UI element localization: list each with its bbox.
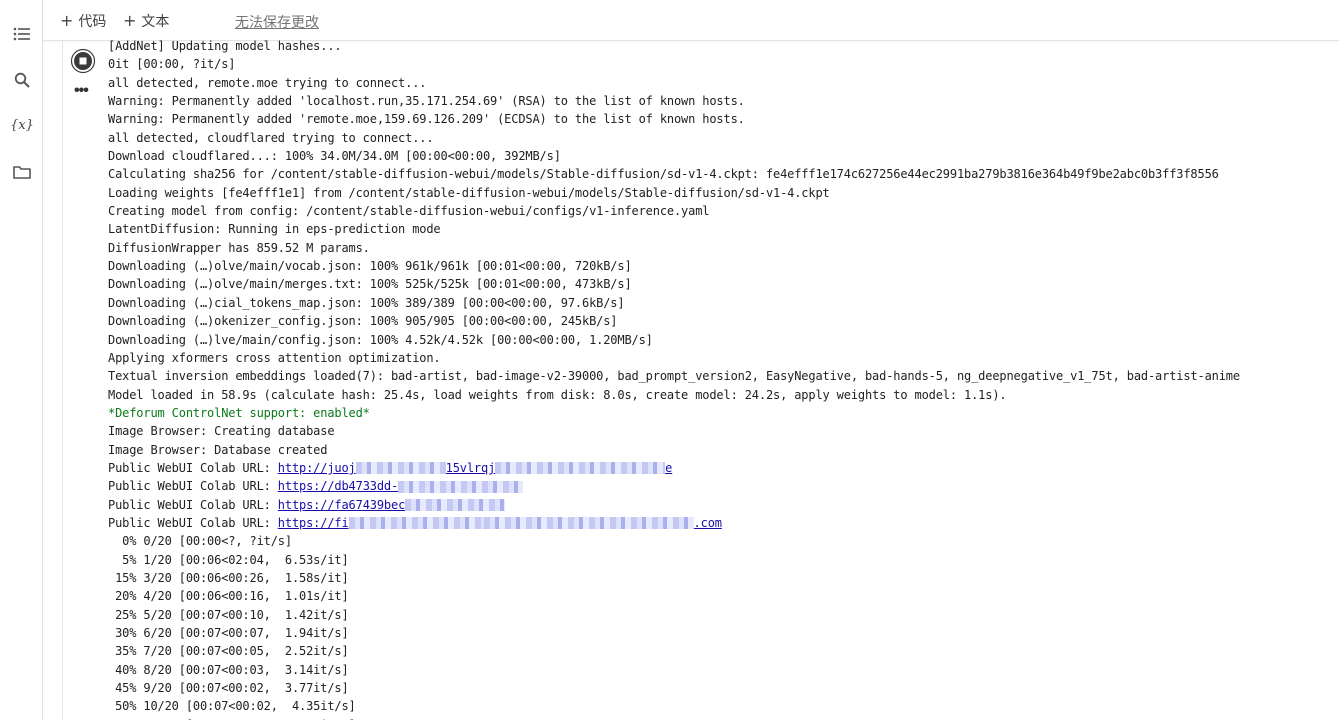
redacted-url-segment xyxy=(495,462,666,475)
variables-icon[interactable]: {x} xyxy=(9,112,35,138)
more-horizontal-icon[interactable]: ••• xyxy=(74,83,89,99)
add-code-label: 代码 xyxy=(78,14,107,30)
output-line: Downloading (…)cial_tokens_map.json: 100… xyxy=(108,295,625,310)
cell-output: [AddNet] Updating model hashes... 0it [00… xyxy=(108,37,1339,720)
public-url-link[interactable]: https://db4733dd- xyxy=(277,479,524,494)
output-line: *Deforum ControlNet support: enabled* xyxy=(108,405,370,420)
colab-notebook: {x} + 代码 + 文本 无法保存更改 ••• [AddNet] Updati… xyxy=(0,0,1339,720)
output-line: Image Browser: Database created xyxy=(108,442,328,457)
variables-icon-label: {x} xyxy=(10,117,34,133)
output-line: Loading weights [fe4efff1e1] from /conte… xyxy=(108,185,830,200)
progress-line: 30% 6/20 [00:07<00:07, 1.94it/s] xyxy=(108,626,349,640)
public-url-text: .com xyxy=(693,515,722,530)
output-line: Downloading (…)olve/main/vocab.json: 100… xyxy=(108,259,632,274)
add-code-button[interactable]: + 代码 xyxy=(60,11,106,31)
output-line: Warning: Permanently added 'remote.moe,1… xyxy=(108,112,745,127)
output-line: Calculating sha256 for /content/stable-d… xyxy=(108,167,1219,182)
output-line: Download cloudflared...: 100% 34.0M/34.0… xyxy=(108,149,561,164)
search-icon[interactable] xyxy=(9,67,35,93)
public-url-text: e xyxy=(665,460,673,475)
public-url-link[interactable]: https://fa67439bec xyxy=(277,497,506,512)
public-url-label: Public WebUI Colab URL: xyxy=(108,497,278,512)
cell-gutter xyxy=(62,41,63,720)
toolbar: + 代码 + 文本 无法保存更改 xyxy=(43,0,1339,41)
progress-line: 15% 3/20 [00:06<00:26, 1.58s/it] xyxy=(108,570,349,585)
public-url-label: Public WebUI Colab URL: xyxy=(108,460,278,475)
progress-line: 0% 0/20 [00:00<?, ?it/s] xyxy=(108,534,292,549)
output-line: Downloading (…)olve/main/merges.txt: 100… xyxy=(108,277,632,292)
public-url-line: Public WebUI Colab URL: http://juoj 15vlr… xyxy=(108,459,1339,477)
output-line: Downloading (…)lve/main/config.json: 100… xyxy=(108,332,653,347)
public-url-line: Public WebUI Colab URL: https://fa67439b… xyxy=(108,496,1339,514)
redacted-url-segment xyxy=(348,517,484,530)
redacted-url-segment xyxy=(405,499,506,512)
redacted-url-segment xyxy=(398,480,524,493)
output-line: all detected, remote.moe trying to conne… xyxy=(108,75,427,90)
progress-line: 5% 1/20 [00:06<02:04, 6.53s/it] xyxy=(108,552,349,567)
output-line: Model loaded in 58.9s (calculate hash: 2… xyxy=(108,387,1007,402)
progress-line: 35% 7/20 [00:07<00:05, 2.52it/s] xyxy=(108,644,349,659)
output-line: Warning: Permanently added 'localhost.ru… xyxy=(108,94,745,109)
output-line: Image Browser: Creating database xyxy=(108,424,335,439)
stop-icon xyxy=(70,48,96,74)
public-url-text: https://db4733dd- xyxy=(277,479,399,494)
progress-line: 45% 9/20 [00:07<00:02, 3.77it/s] xyxy=(108,681,349,696)
output-line: Textual inversion embeddings loaded(7): … xyxy=(108,369,1240,384)
progress-line: 40% 8/20 [00:07<00:03, 3.14it/s] xyxy=(108,662,349,677)
output-line: Downloading (…)okenizer_config.json: 100… xyxy=(108,314,618,329)
redacted-url-segment xyxy=(355,462,446,475)
progress-line: 25% 5/20 [00:07<00:10, 1.42it/s] xyxy=(108,607,349,622)
add-text-label: 文本 xyxy=(141,14,170,30)
stop-execution-button[interactable] xyxy=(70,48,96,74)
redacted-url-segment xyxy=(483,517,694,530)
output-line: all detected, cloudflared trying to conn… xyxy=(108,130,434,145)
public-url-link[interactable]: http://juoj 15vlrqj e xyxy=(277,460,673,475)
public-url-line: Public WebUI Colab URL: https://fi .com xyxy=(108,514,1339,532)
progress-line: 55% 11/20 [00:07<00:01, 4.85it/s] xyxy=(108,716,1339,720)
left-sidebar: {x} xyxy=(0,0,43,720)
public-url-text: https://fi xyxy=(277,515,349,530)
output-line: LatentDiffusion: Running in eps-predicti… xyxy=(108,222,441,237)
plus-icon: + xyxy=(123,11,137,30)
plus-icon: + xyxy=(60,11,74,30)
output-line: Applying xformers cross attention optimi… xyxy=(108,350,441,365)
progress-line: 50% 10/20 [00:07<00:02, 4.35it/s] xyxy=(108,699,356,714)
public-url-label: Public WebUI Colab URL: xyxy=(108,479,278,494)
output-line: 0it [00:00, ?it/s] xyxy=(108,57,236,72)
folder-icon[interactable] xyxy=(9,159,35,185)
output-line: Creating model from config: /content/sta… xyxy=(108,204,710,219)
public-url-link[interactable]: https://fi .com xyxy=(278,516,722,530)
public-url-label: Public WebUI Colab URL: xyxy=(108,515,278,530)
output-line: [AddNet] Updating model hashes... xyxy=(108,39,342,53)
progress-line: 20% 4/20 [00:06<00:16, 1.01s/it] xyxy=(108,589,349,604)
cannot-save-link[interactable]: 无法保存更改 xyxy=(235,12,319,32)
public-url-text: 15vlrqj xyxy=(445,460,496,475)
output-line: DiffusionWrapper has 859.52 M params. xyxy=(108,240,370,255)
public-url-line: Public WebUI Colab URL: https://db4733dd… xyxy=(108,477,1339,495)
add-text-button[interactable]: + 文本 xyxy=(123,11,169,31)
public-url-text: http://juoj xyxy=(277,460,356,475)
public-url-text: https://fa67439bec xyxy=(277,497,406,512)
table-of-contents-icon[interactable] xyxy=(9,21,35,47)
